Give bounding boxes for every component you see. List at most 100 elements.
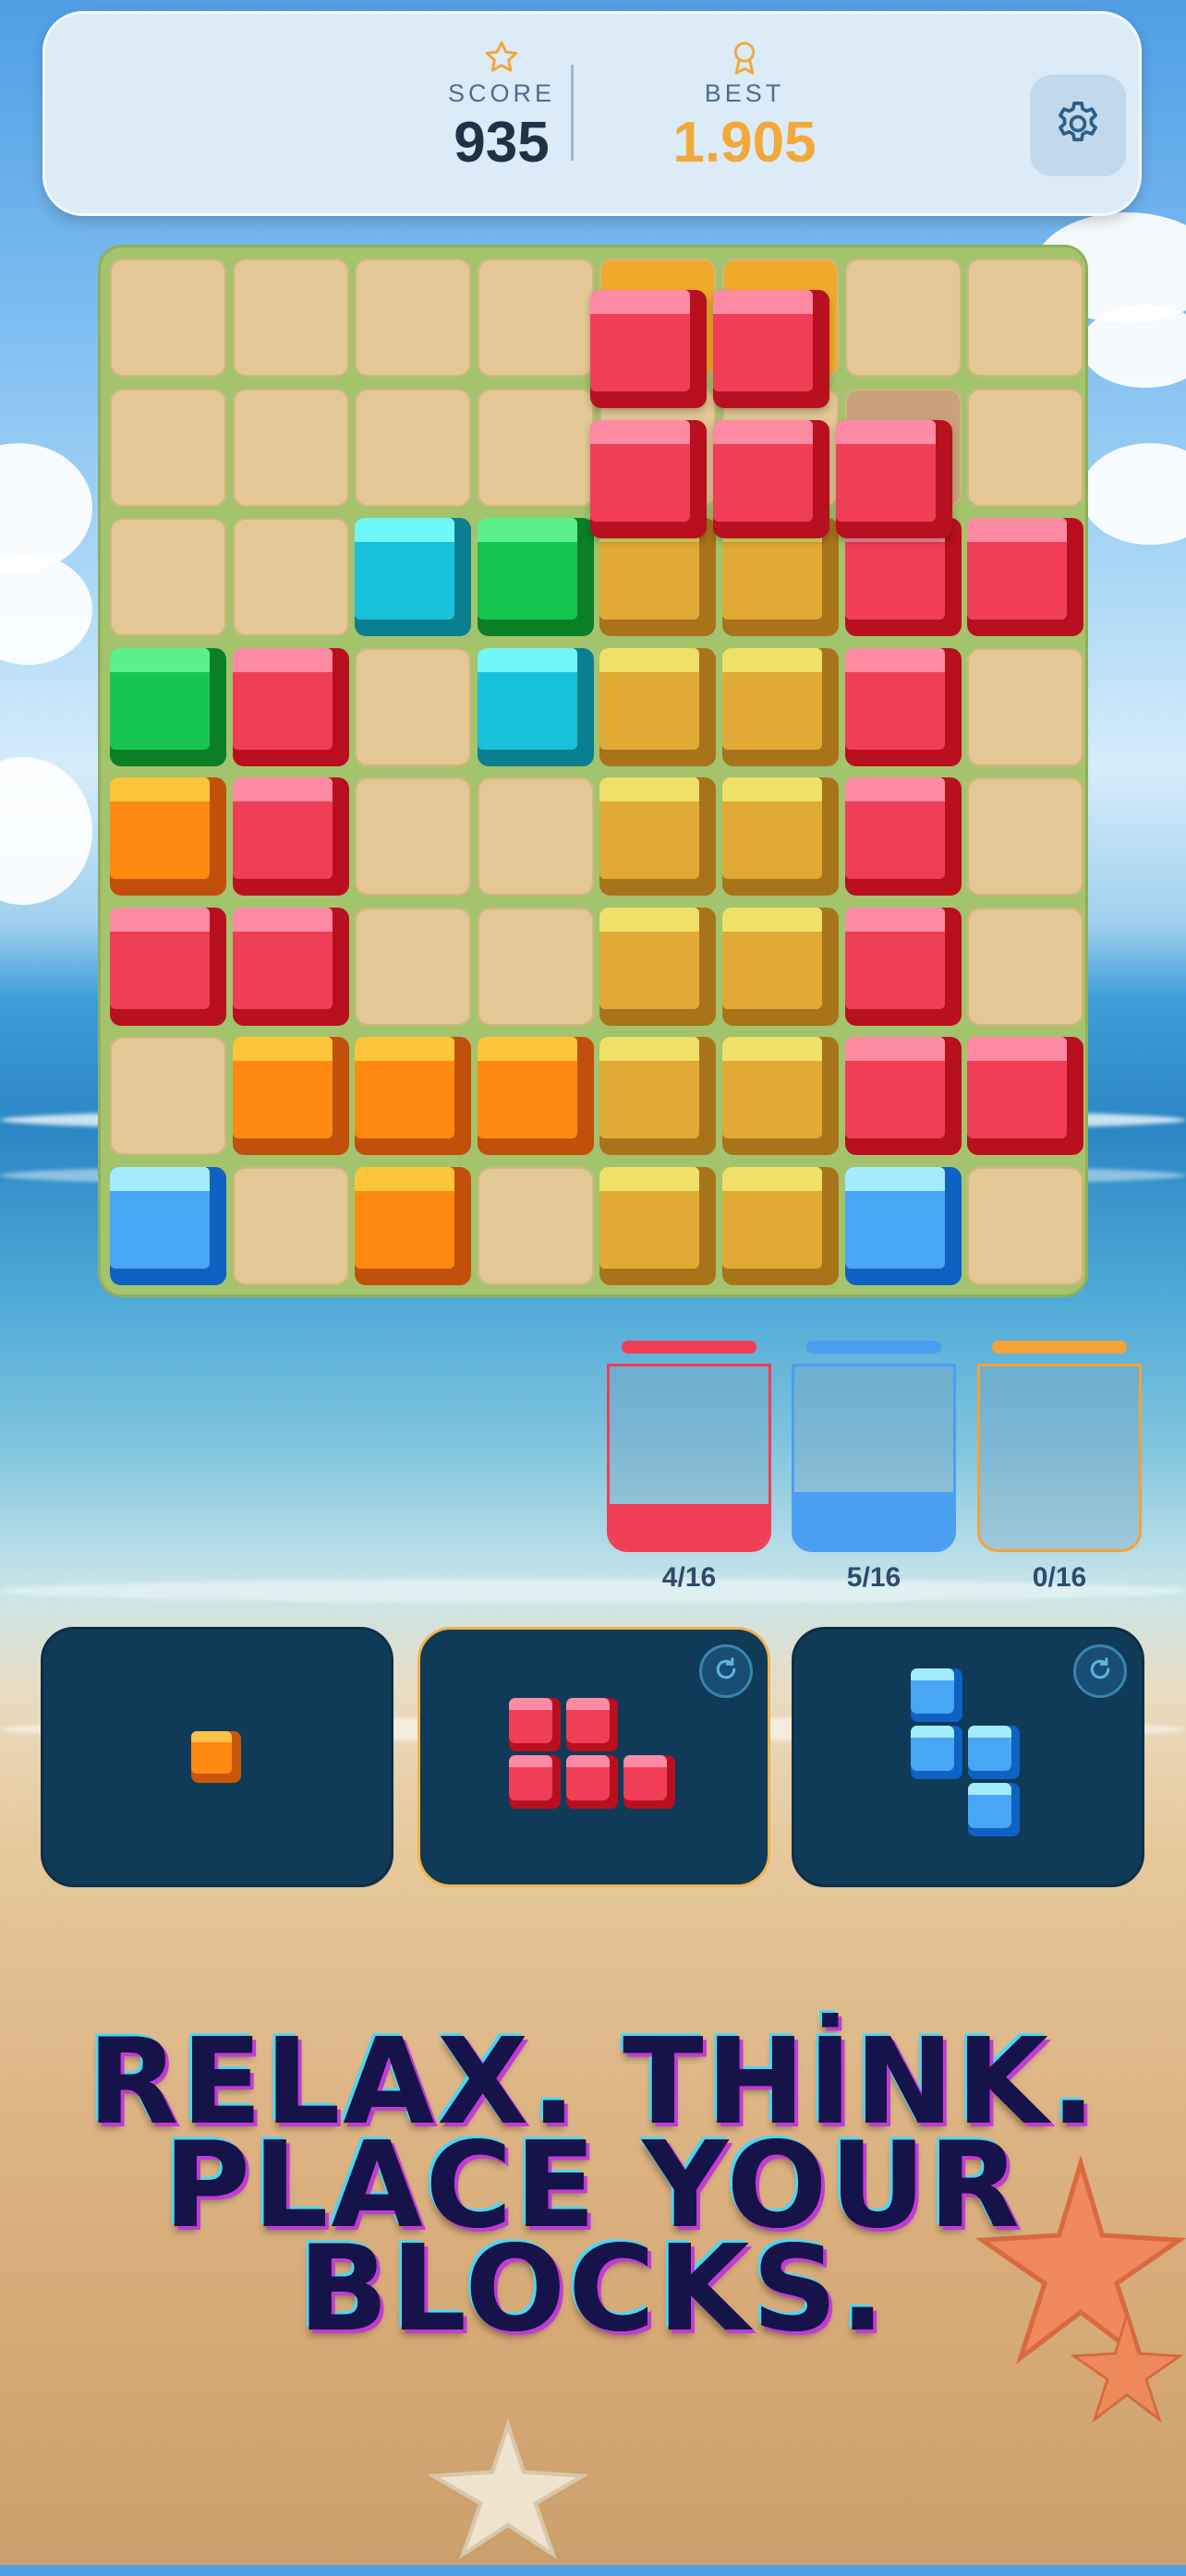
block-red: [967, 518, 1084, 636]
goal-jar-label: 0/16: [1032, 1562, 1087, 1593]
board-cell[interactable]: [355, 907, 472, 1026]
preview-block-red: [835, 419, 952, 538]
block-yellow: [599, 647, 717, 766]
block-cyan: [477, 647, 594, 766]
block-yellow: [599, 907, 717, 1026]
block-green: [477, 518, 594, 636]
goal-jar-label: 5/16: [846, 1562, 902, 1593]
board-cell[interactable]: [477, 907, 594, 1026]
goal-jar-fill: [610, 1503, 768, 1549]
block-red: [844, 1037, 962, 1155]
block-red: [232, 907, 349, 1026]
board-cell[interactable]: [110, 259, 226, 377]
rotate-icon: [712, 1655, 740, 1688]
piece-block-red[interactable]: [509, 1698, 561, 1751]
board-cell[interactable]: [232, 1166, 349, 1285]
settings-button[interactable]: [1030, 75, 1126, 176]
board-cell[interactable]: [232, 259, 349, 377]
block-red: [844, 777, 962, 896]
block-orange: [355, 1037, 472, 1155]
board-cell[interactable]: [355, 647, 472, 766]
block-yellow: [599, 1166, 717, 1285]
block-red: [844, 647, 962, 766]
board-cell[interactable]: [477, 259, 594, 377]
rotate-icon: [1086, 1655, 1114, 1688]
block-blue: [110, 1166, 226, 1285]
starfish-decoration: [427, 2419, 589, 2559]
rotate-button[interactable]: [1073, 1644, 1127, 1698]
block-yellow: [722, 907, 839, 1026]
block-yellow: [722, 777, 839, 896]
piece-block-orange[interactable]: [191, 1731, 241, 1783]
goal-jar-fill: [794, 1492, 953, 1549]
board-cell[interactable]: [967, 1166, 1084, 1285]
piece-block-red[interactable]: [623, 1755, 675, 1809]
preview-block-red: [713, 419, 829, 538]
piece-tray-2[interactable]: [418, 1627, 770, 1887]
board-cell[interactable]: [110, 1037, 226, 1155]
goal-jar: [792, 1364, 956, 1552]
block-yellow: [599, 777, 717, 896]
piece-block-blue[interactable]: [911, 1726, 962, 1779]
board-cell[interactable]: [232, 388, 349, 507]
board-cell[interactable]: [110, 518, 226, 636]
board-cell[interactable]: [355, 388, 472, 507]
board-cell[interactable]: [967, 647, 1084, 766]
board-cell[interactable]: [110, 388, 226, 507]
preview-block-red: [713, 290, 829, 408]
piece-block-blue[interactable]: [968, 1783, 1020, 1836]
block-yellow: [722, 1166, 839, 1285]
cloud: [1081, 443, 1186, 545]
board-cell[interactable]: [477, 388, 594, 507]
goal-jar-label: 4/16: [661, 1562, 717, 1593]
block-orange: [355, 1166, 472, 1285]
piece-block-red[interactable]: [509, 1755, 561, 1809]
game-board[interactable]: [98, 245, 1088, 1297]
piece-block-blue[interactable]: [968, 1726, 1020, 1779]
block-red: [844, 907, 962, 1026]
header-divider: [571, 65, 574, 161]
tagline: RELAX. THİNK. PLACE YOUR BLOCKS.: [0, 2024, 1186, 2349]
piece-tray-3[interactable]: [792, 1627, 1144, 1887]
best-label: BEST: [704, 79, 785, 107]
best-panel: BEST 1.905: [643, 39, 846, 175]
goal-jar-cap: [622, 1341, 756, 1354]
block-cyan: [355, 518, 472, 636]
board-cell[interactable]: [355, 259, 472, 377]
board-cell[interactable]: [967, 259, 1084, 377]
medal-icon: [643, 39, 846, 78]
board-cell[interactable]: [232, 518, 349, 636]
score-header: SCORE 935 BEST 1.905: [42, 11, 1142, 216]
cloud: [0, 443, 92, 572]
block-orange: [477, 1037, 594, 1155]
board-cell[interactable]: [967, 907, 1084, 1026]
goal-jar-cap: [992, 1341, 1127, 1354]
preview-block-red: [590, 290, 708, 408]
cloud: [0, 757, 92, 905]
block-blue: [844, 1166, 962, 1285]
block-red: [110, 907, 226, 1026]
board-cell[interactable]: [967, 777, 1084, 896]
block-orange: [232, 1037, 349, 1155]
board-cell[interactable]: [477, 1166, 594, 1285]
block-orange: [110, 777, 226, 896]
board-cell[interactable]: [967, 388, 1084, 507]
piece-block-blue[interactable]: [911, 1668, 962, 1722]
block-yellow: [599, 1037, 717, 1155]
best-value: 1.905: [672, 111, 817, 175]
block-red: [232, 647, 349, 766]
piece-block-red[interactable]: [566, 1698, 618, 1751]
block-yellow: [722, 1037, 839, 1155]
goal-jar-cap: [806, 1341, 941, 1354]
goal-jar: [607, 1364, 771, 1552]
board-cell[interactable]: [477, 777, 594, 896]
cloud: [0, 554, 92, 665]
gear-icon: [1052, 98, 1104, 154]
piece-block-red[interactable]: [566, 1755, 618, 1809]
rotate-button[interactable]: [699, 1644, 753, 1698]
piece-tray-1[interactable]: [41, 1627, 393, 1887]
board-cell[interactable]: [355, 777, 472, 896]
board-cell[interactable]: [844, 259, 962, 377]
goal-jar: [977, 1364, 1142, 1552]
block-green: [110, 647, 226, 766]
